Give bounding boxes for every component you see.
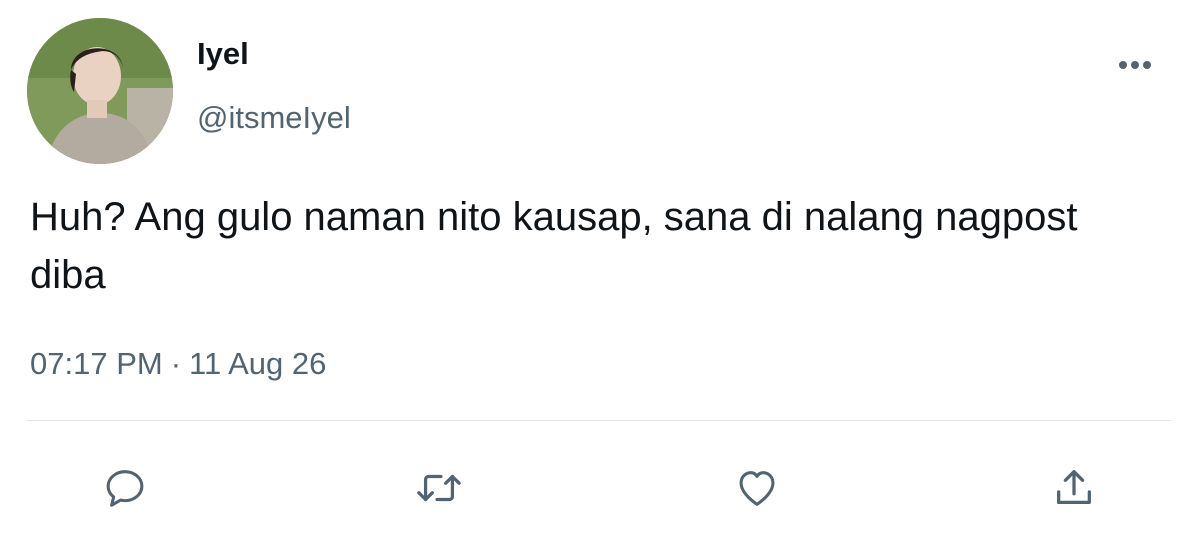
- avatar-image: [27, 18, 173, 164]
- avatar[interactable]: [27, 18, 173, 164]
- display-name[interactable]: Iyel: [197, 36, 249, 72]
- tweet-text: Huh? Ang gulo naman nito kausap, sana di…: [30, 195, 1078, 297]
- reply-icon: [106, 470, 144, 507]
- share-icon: [1057, 470, 1091, 505]
- tweet-meta: 07:17 PM · 11 Aug 26: [30, 344, 326, 384]
- retweet-button[interactable]: [411, 460, 467, 516]
- tweet-time[interactable]: 07:17 PM: [30, 346, 163, 381]
- tweet-date[interactable]: 11 Aug 26: [189, 346, 326, 381]
- user-handle[interactable]: @itsmeIyel: [197, 100, 351, 136]
- like-button[interactable]: [729, 460, 785, 516]
- tweet-card: Iyel @itsmeIyel Huh? Ang gulo naman nito…: [0, 0, 1199, 553]
- divider: [27, 420, 1171, 421]
- heart-icon: [739, 471, 775, 506]
- reply-button[interactable]: [97, 460, 153, 516]
- meta-separator: ·: [170, 346, 182, 381]
- more-horizontal-icon: [1119, 61, 1151, 69]
- more-options-button[interactable]: [1110, 50, 1160, 80]
- retweet-icon: [417, 474, 461, 502]
- share-button[interactable]: [1046, 460, 1102, 516]
